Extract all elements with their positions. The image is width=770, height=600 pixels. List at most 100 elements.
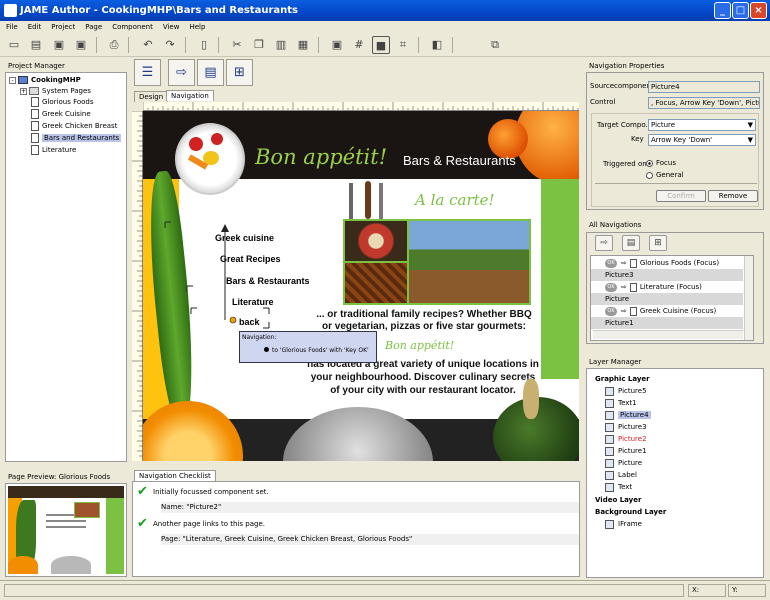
delete-icon[interactable]: ▦: [294, 36, 312, 54]
nav-source-row[interactable]: Picture3: [591, 269, 743, 281]
nav-grid-button[interactable]: ⊞: [649, 235, 667, 251]
picture-icon: [605, 410, 614, 420]
layer-item-focus[interactable]: Picture2: [605, 433, 647, 445]
navigation-checklist: ✔ Initially focussed component set. Name…: [132, 481, 580, 577]
checklist-detail-2: Page: "Literature, Greek Cuisine, Greek …: [161, 534, 579, 545]
layer-item[interactable]: IFrame: [605, 518, 642, 530]
nav-list-button[interactable]: ▤: [622, 235, 640, 251]
a-la-carte-text: A la carte!: [415, 191, 495, 209]
open-folder-icon[interactable]: ▤: [27, 36, 45, 54]
checklist-item-2: Another page links to this page.: [153, 520, 266, 528]
layer-item[interactable]: Text: [605, 481, 632, 493]
radish-image: [189, 137, 203, 151]
horizontal-scrollbar[interactable]: [593, 330, 743, 339]
nav-row[interactable]: OK ⇨ Literature (Focus): [591, 281, 743, 293]
nav-props-title: Navigation Properties: [586, 60, 764, 72]
page-canvas[interactable]: Bon appétit! Bars & Restaurants A la car…: [143, 111, 579, 461]
bon-appetit-title: Bon appétit!: [255, 145, 388, 169]
export-icon[interactable]: ⧉: [486, 36, 504, 54]
ok-key-icon: OK: [605, 258, 617, 268]
tree-root[interactable]: - CookingMHP: [9, 75, 81, 86]
layer-item[interactable]: Picture1: [605, 445, 647, 457]
radio-focus[interactable]: Focus: [646, 158, 676, 169]
tab-design[interactable]: Design: [134, 91, 169, 102]
menu-file[interactable]: File: [6, 23, 18, 31]
maximize-button[interactable]: □: [732, 2, 749, 19]
nav-mode-button[interactable]: ☰: [134, 59, 161, 86]
menu-component[interactable]: Component: [112, 23, 153, 31]
tooltip-title: Navigation:: [242, 334, 277, 341]
copy-icon[interactable]: ❐: [250, 36, 268, 54]
layer-item[interactable]: Picture: [605, 457, 642, 469]
background-layer[interactable]: Background Layer: [595, 506, 666, 518]
cut-icon[interactable]: ✂: [228, 36, 246, 54]
nav-edit-button[interactable]: ▤: [197, 59, 224, 86]
navigation-arrows: [164, 221, 270, 329]
layer-item[interactable]: Label: [605, 469, 637, 481]
menu-page[interactable]: Page: [85, 23, 102, 31]
menu-bar: File Edit Project Page Component View Help: [0, 21, 770, 33]
tree-item-literature[interactable]: Literature: [31, 145, 76, 156]
redo-icon[interactable]: ↷: [161, 36, 179, 54]
pizza-photo[interactable]: [345, 221, 407, 261]
paste-icon[interactable]: ▥: [272, 36, 290, 54]
window-title: JAME Author - CookingMHP\Bars and Restau…: [20, 5, 298, 16]
print-icon[interactable]: ⎙: [105, 36, 123, 54]
close-button[interactable]: ×: [750, 2, 767, 19]
bbq-photo[interactable]: [345, 263, 407, 303]
checklist-tab[interactable]: Navigation Checklist: [134, 470, 216, 481]
green-band: [541, 179, 579, 379]
remove-button[interactable]: Remove: [708, 190, 758, 202]
tree-item-system-pages[interactable]: + System Pages: [20, 86, 91, 97]
layer-tree: Graphic Layer Picture5 Text1 Picture4 Pi…: [586, 368, 764, 578]
app-icon: [4, 4, 17, 17]
scrollbar[interactable]: [744, 256, 753, 340]
align-icon[interactable]: ⌗: [394, 36, 412, 54]
radio-general[interactable]: General: [646, 170, 684, 181]
nav-row[interactable]: OK ⇨ Greek Cuisine (Focus): [591, 305, 743, 317]
nav-test-button[interactable]: ⊞: [226, 59, 253, 86]
menu-project[interactable]: Project: [51, 23, 75, 31]
layer-item[interactable]: Text1: [605, 397, 637, 409]
iframe-icon: [605, 519, 614, 529]
save-all-icon[interactable]: ▣: [72, 36, 90, 54]
picture-icon: [605, 446, 614, 456]
video-layer[interactable]: Video Layer: [595, 494, 641, 506]
nav-source-button[interactable]: ⇨: [595, 235, 613, 251]
chevron-down-icon: ▼: [747, 136, 753, 144]
layer-item[interactable]: Picture3: [605, 421, 647, 433]
nav-row[interactable]: OK ⇨ Glorious Foods (Focus): [591, 257, 743, 269]
new-project-icon[interactable]: ▭: [5, 36, 23, 54]
new-page-icon[interactable]: ▯: [195, 36, 213, 54]
nav-source-row[interactable]: Picture1: [591, 317, 743, 329]
layer-item[interactable]: Picture5: [605, 385, 647, 397]
confirm-button[interactable]: Confirm: [656, 190, 706, 202]
tree-item-greek-cuisine[interactable]: Greek Cuisine: [31, 109, 91, 120]
tree-item-bars-and-restaurants[interactable]: Bars and Restaurants: [31, 133, 122, 144]
menu-help[interactable]: Help: [189, 23, 205, 31]
horizontal-ruler: [143, 102, 579, 111]
key-select[interactable]: Arrow Key 'Down' ▼: [648, 134, 756, 146]
minimize-button[interactable]: _: [714, 2, 731, 19]
nav-forward-button[interactable]: ⇨: [168, 59, 195, 86]
component-icon[interactable]: ▣: [328, 36, 346, 54]
tree-item-greek-chicken-breast[interactable]: Greek Chicken Breast: [31, 121, 117, 132]
grid-icon[interactable]: #: [350, 36, 368, 54]
undo-icon[interactable]: ↶: [139, 36, 157, 54]
layer-item-selected[interactable]: Picture4: [605, 409, 651, 421]
frame-icon[interactable]: ■: [372, 36, 390, 54]
pan-image: [283, 407, 433, 461]
menu-edit[interactable]: Edit: [28, 23, 42, 31]
restaurant-photo[interactable]: [409, 221, 529, 303]
nav-source-row[interactable]: Picture: [591, 293, 743, 305]
toolbar: ▭ ▤ ▣ ▣ ⎙ ↶ ↷ ▯ ✂ ❐ ▥ ▦ ▣ # ■ ⌗ ◧ ⧉: [0, 33, 770, 57]
save-icon[interactable]: ▣: [50, 36, 68, 54]
tree-item-glorious-foods[interactable]: Glorious Foods: [31, 97, 94, 108]
graphic-layer[interactable]: Graphic Layer: [595, 373, 650, 385]
x-coordinate: X:: [688, 584, 726, 597]
spoon-icon: [379, 183, 383, 219]
target-select[interactable]: Picture ▼: [648, 119, 756, 131]
preview-icon[interactable]: ◧: [428, 36, 446, 54]
tab-navigation[interactable]: Navigation: [166, 90, 214, 101]
menu-view[interactable]: View: [163, 23, 180, 31]
